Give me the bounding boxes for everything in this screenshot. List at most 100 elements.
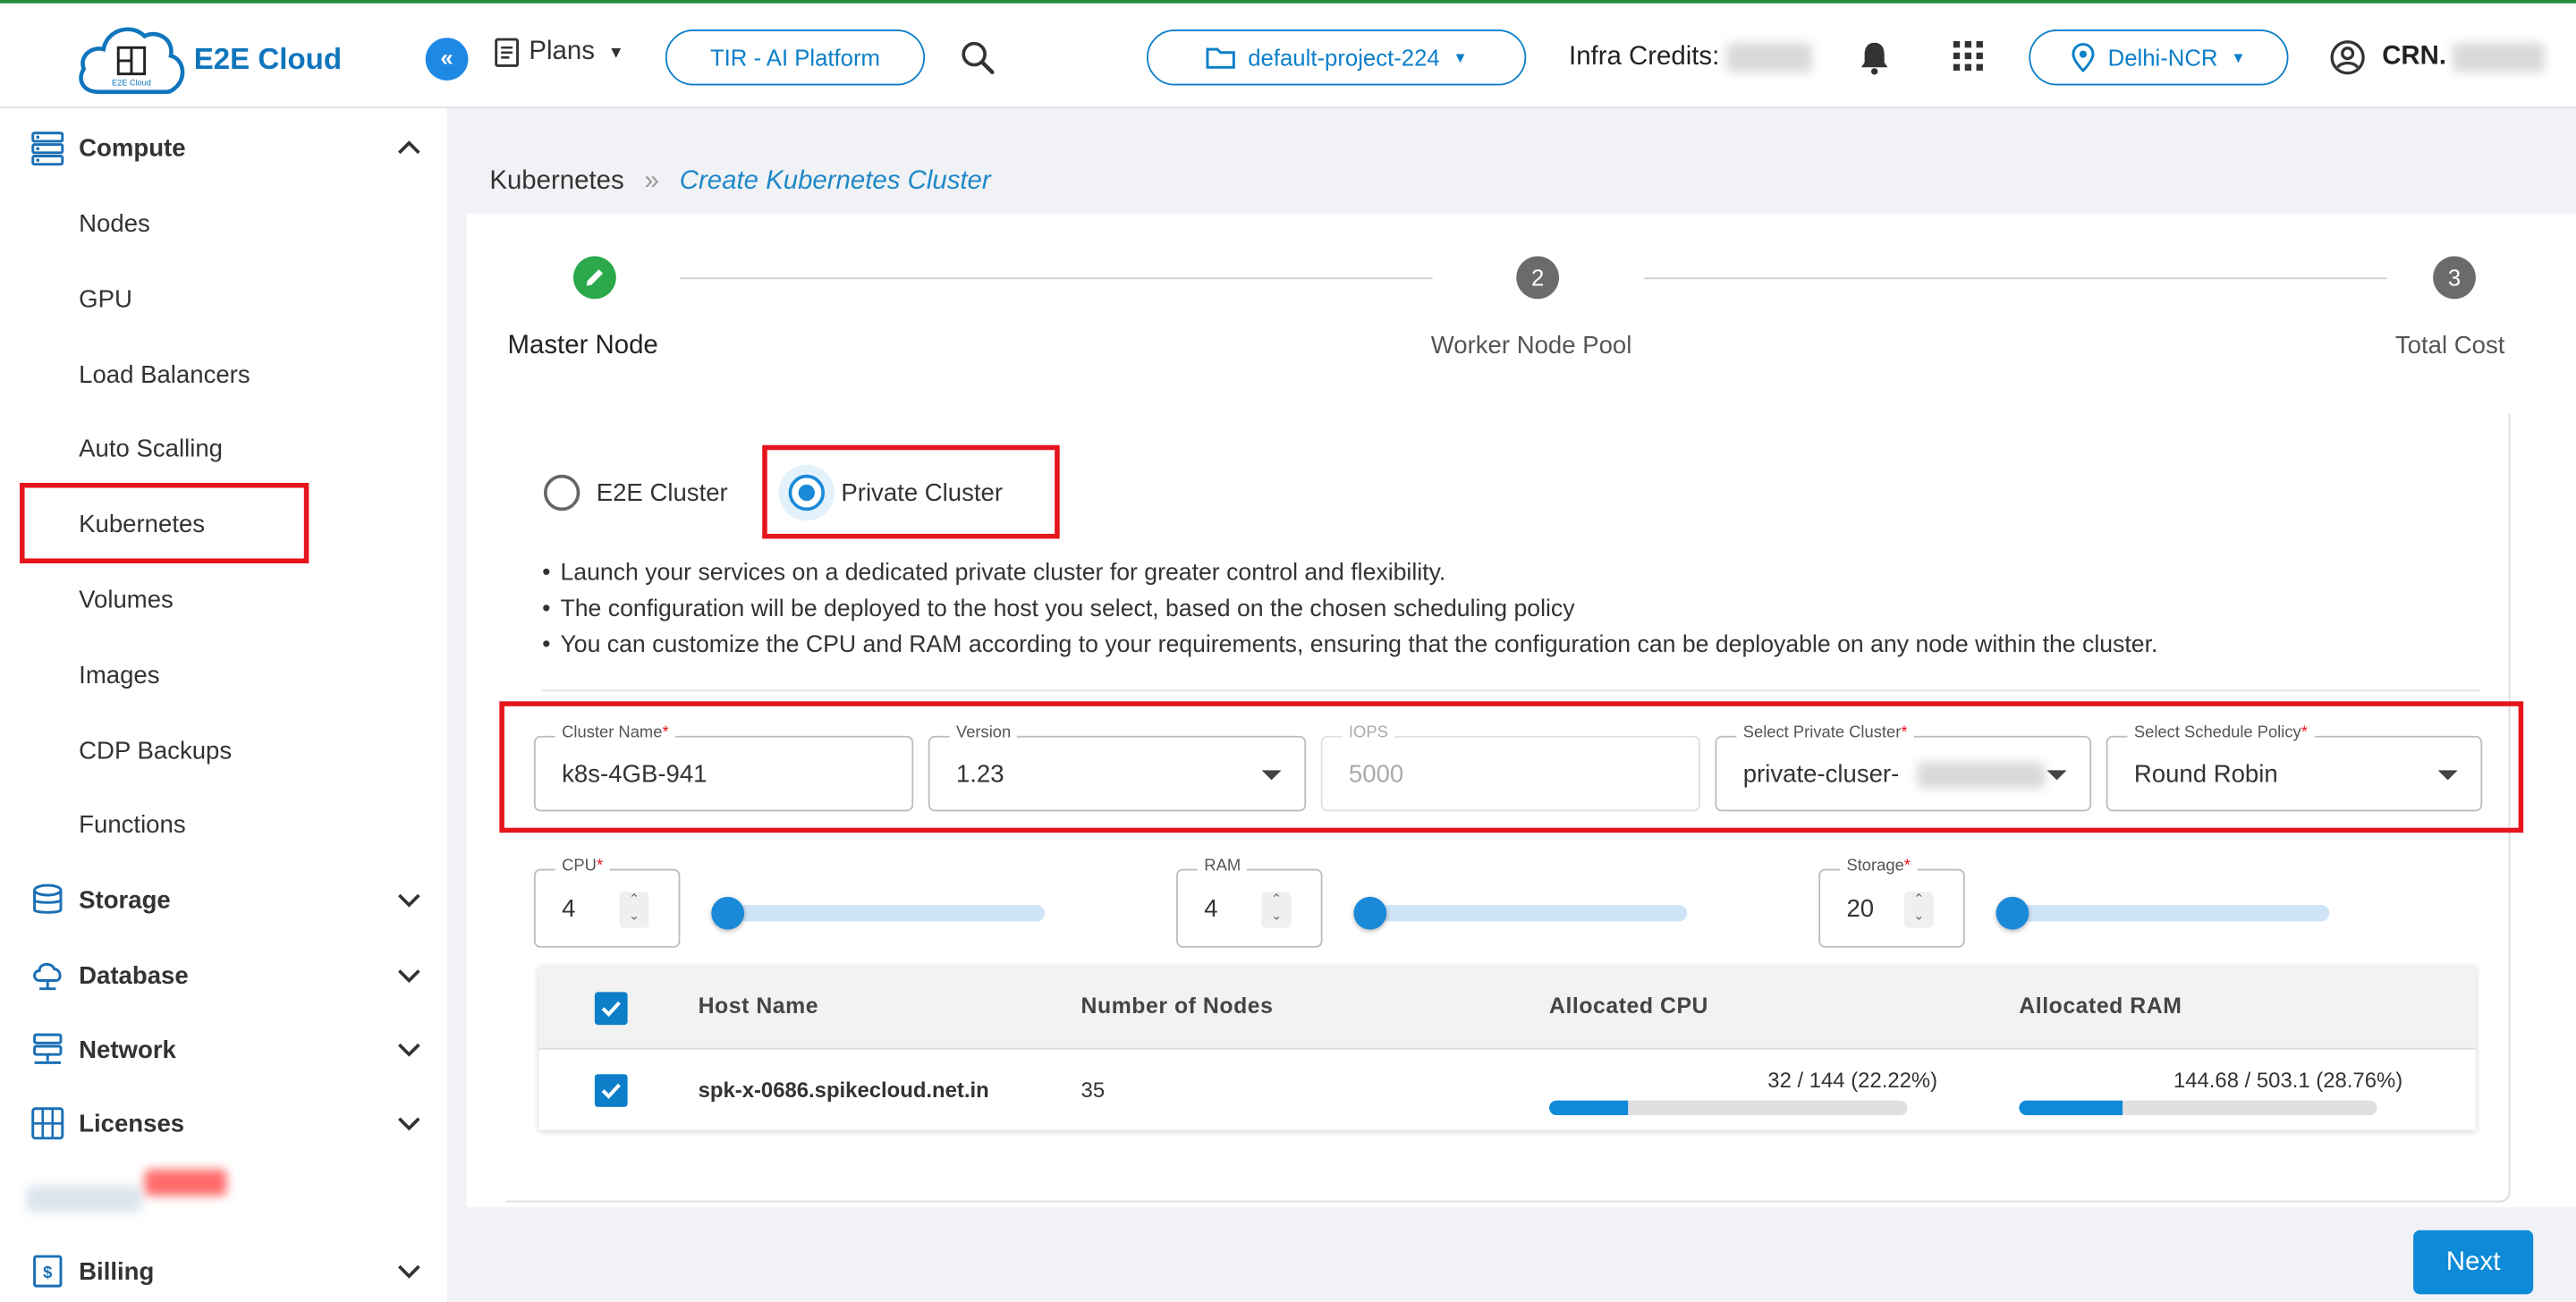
divider — [542, 689, 2481, 692]
tir-label: TIR - AI Platform — [709, 44, 880, 71]
license-grid-icon — [31, 1107, 64, 1140]
row-checkbox[interactable] — [594, 1074, 628, 1107]
bell-icon[interactable] — [1858, 39, 1891, 75]
sidebar-group-label: Compute — [79, 133, 186, 162]
host-name-cell: spk-x-0686.spikecloud.net.in — [698, 1077, 989, 1103]
step-1-label: Master Node — [507, 332, 658, 360]
sidebar-group-network[interactable]: Network — [0, 1017, 447, 1082]
spin-arrows-icon[interactable]: ⌃ ⌄ — [619, 892, 649, 928]
stepper-connector — [1644, 277, 2387, 280]
plans-menu[interactable]: Plans ▼ — [493, 36, 624, 69]
cpu-label: CPU — [562, 857, 597, 875]
cloud-logo-icon: E2E Cloud — [79, 27, 185, 95]
radio-e2e-cluster[interactable]: E2E Cluster — [543, 474, 728, 512]
sidebar-item-images[interactable]: Images — [79, 662, 159, 689]
sidebar-group-compute[interactable]: Compute — [0, 115, 447, 181]
cpu-allocation-bar — [1549, 1100, 1908, 1116]
caret-down-icon: ▼ — [1453, 49, 1468, 66]
infra-credits-value-redacted — [1726, 42, 1812, 72]
cpu-value: 4 — [562, 895, 576, 924]
stepper-connector — [680, 277, 1433, 280]
column-header-allocated-cpu[interactable]: Allocated CPU — [1549, 993, 1708, 1019]
sidebar-group-database[interactable]: Database — [0, 943, 447, 1008]
pencil-icon — [586, 269, 604, 286]
sidebar-item-auto-scaling[interactable]: Auto Scalling — [79, 435, 223, 463]
slider-thumb[interactable] — [1353, 896, 1387, 930]
sidebar-item-nodes[interactable]: Nodes — [79, 210, 150, 238]
region-selector[interactable]: Delhi-NCR ▼ — [2029, 30, 2289, 86]
step-2-label: Worker Node Pool — [1430, 332, 1632, 360]
ram-label: RAM — [1197, 857, 1248, 875]
search-icon[interactable] — [960, 39, 996, 75]
sidebar-item-load-balancers[interactable]: Load Balancers — [79, 361, 250, 389]
network-server-icon — [33, 1033, 63, 1064]
collapse-sidebar-button[interactable]: « — [425, 38, 469, 80]
sidebar-item-functions[interactable]: Functions — [79, 811, 185, 839]
sidebar-group-label: Licenses — [79, 1109, 185, 1137]
cpu-stepper[interactable]: CPU* 4 ⌃ ⌄ — [533, 857, 681, 948]
billing-receipt-icon: $ — [33, 1255, 63, 1288]
sidebar-group-billing[interactable]: $ Billing — [0, 1239, 447, 1302]
account-menu[interactable]: CRN. — [2329, 39, 2546, 75]
storage-label: Storage — [1846, 857, 1904, 875]
sidebar-group-label: Billing — [79, 1256, 155, 1286]
table-row[interactable]: spk-x-0686.spikecloud.net.in 35 32 / 144… — [538, 1050, 2475, 1130]
plans-label: Plans — [529, 38, 595, 66]
sidebar-item-volumes[interactable]: Volumes — [79, 587, 174, 614]
column-header-allocated-ram[interactable]: Allocated RAM — [2019, 993, 2182, 1019]
cpu-slider[interactable] — [711, 896, 1046, 930]
spin-arrows-icon[interactable]: ⌃ ⌄ — [1261, 892, 1292, 928]
caret-down-icon: ▼ — [2231, 49, 2246, 66]
sidebar-group-licenses[interactable]: Licenses — [0, 1091, 447, 1156]
storage-stepper[interactable]: Storage* 20 ⌃ ⌄ — [1818, 857, 1965, 948]
storage-slider[interactable] — [1996, 896, 2330, 930]
sidebar-group-storage[interactable]: Storage — [0, 867, 447, 933]
step-3-number: 3 — [2433, 256, 2476, 300]
required-mark: * — [596, 857, 604, 875]
chevron-down-icon — [398, 1043, 420, 1057]
ram-allocation-bar — [2019, 1100, 2377, 1116]
cloud-database-icon — [33, 962, 62, 991]
crn-label: CRN. — [2382, 42, 2447, 71]
brand-name: E2E Cloud — [193, 42, 343, 76]
column-header-number-of-nodes[interactable]: Number of Nodes — [1081, 993, 1274, 1019]
check-icon — [601, 1001, 621, 1018]
breadcrumb-parent[interactable]: Kubernetes — [489, 167, 623, 195]
ram-slider[interactable] — [1353, 896, 1688, 930]
ram-allocation-text: 144.68 / 503.1 (28.76%) — [2173, 1067, 2403, 1093]
breadcrumb-separator: » — [644, 167, 659, 196]
step-2-number: 2 — [1516, 256, 1560, 300]
field-label: CPU* — [555, 857, 610, 875]
storage-value: 20 — [1846, 895, 1875, 924]
column-header-host-name[interactable]: Host Name — [699, 993, 819, 1019]
infra-credits-label: Infra Credits: — [1569, 43, 1720, 72]
cluster-fields-highlight — [499, 701, 2524, 833]
cpu-allocation-text: 32 / 144 (22.22%) — [1767, 1067, 1938, 1093]
nodes-count-cell: 35 — [1080, 1077, 1106, 1103]
breadcrumb-current: Create Kubernetes Cluster — [679, 167, 991, 196]
tir-ai-platform-button[interactable]: TIR - AI Platform — [665, 30, 926, 86]
chevron-down-icon — [398, 893, 420, 908]
sidebar-group-label: Network — [79, 1036, 176, 1064]
slider-thumb[interactable] — [711, 896, 745, 930]
slider-thumb[interactable] — [1996, 896, 2029, 930]
apps-grid-icon[interactable] — [1952, 39, 1985, 72]
project-selector[interactable]: default-project-224 ▼ — [1147, 30, 1527, 86]
step-1-complete-badge — [573, 256, 616, 300]
ram-stepper[interactable]: RAM 4 ⌃ ⌄ — [1176, 857, 1323, 948]
sidebar-item-gpu[interactable]: GPU — [79, 286, 132, 314]
infra-credits: Infra Credits: — [1569, 42, 1812, 72]
chevron-down-icon — [398, 969, 420, 984]
database-cylinder-icon — [33, 884, 63, 914]
spin-arrows-icon[interactable]: ⌃ ⌄ — [1903, 892, 1934, 928]
sidebar-item-cdp-backups[interactable]: CDP Backups — [79, 738, 232, 765]
chevron-up-icon — [398, 140, 420, 155]
sidebar-item-redacted[interactable] — [26, 1169, 240, 1225]
next-button[interactable]: Next — [2413, 1230, 2534, 1295]
check-icon — [601, 1083, 621, 1099]
region-name: Delhi-NCR — [2107, 44, 2218, 71]
double-chevron-left-icon: « — [440, 44, 453, 71]
brand-logo[interactable]: E2E Cloud E2E Cloud — [75, 20, 354, 98]
select-all-checkbox[interactable] — [594, 992, 628, 1026]
breadcrumb: Kubernetes » Create Kubernetes Cluster — [489, 167, 990, 197]
